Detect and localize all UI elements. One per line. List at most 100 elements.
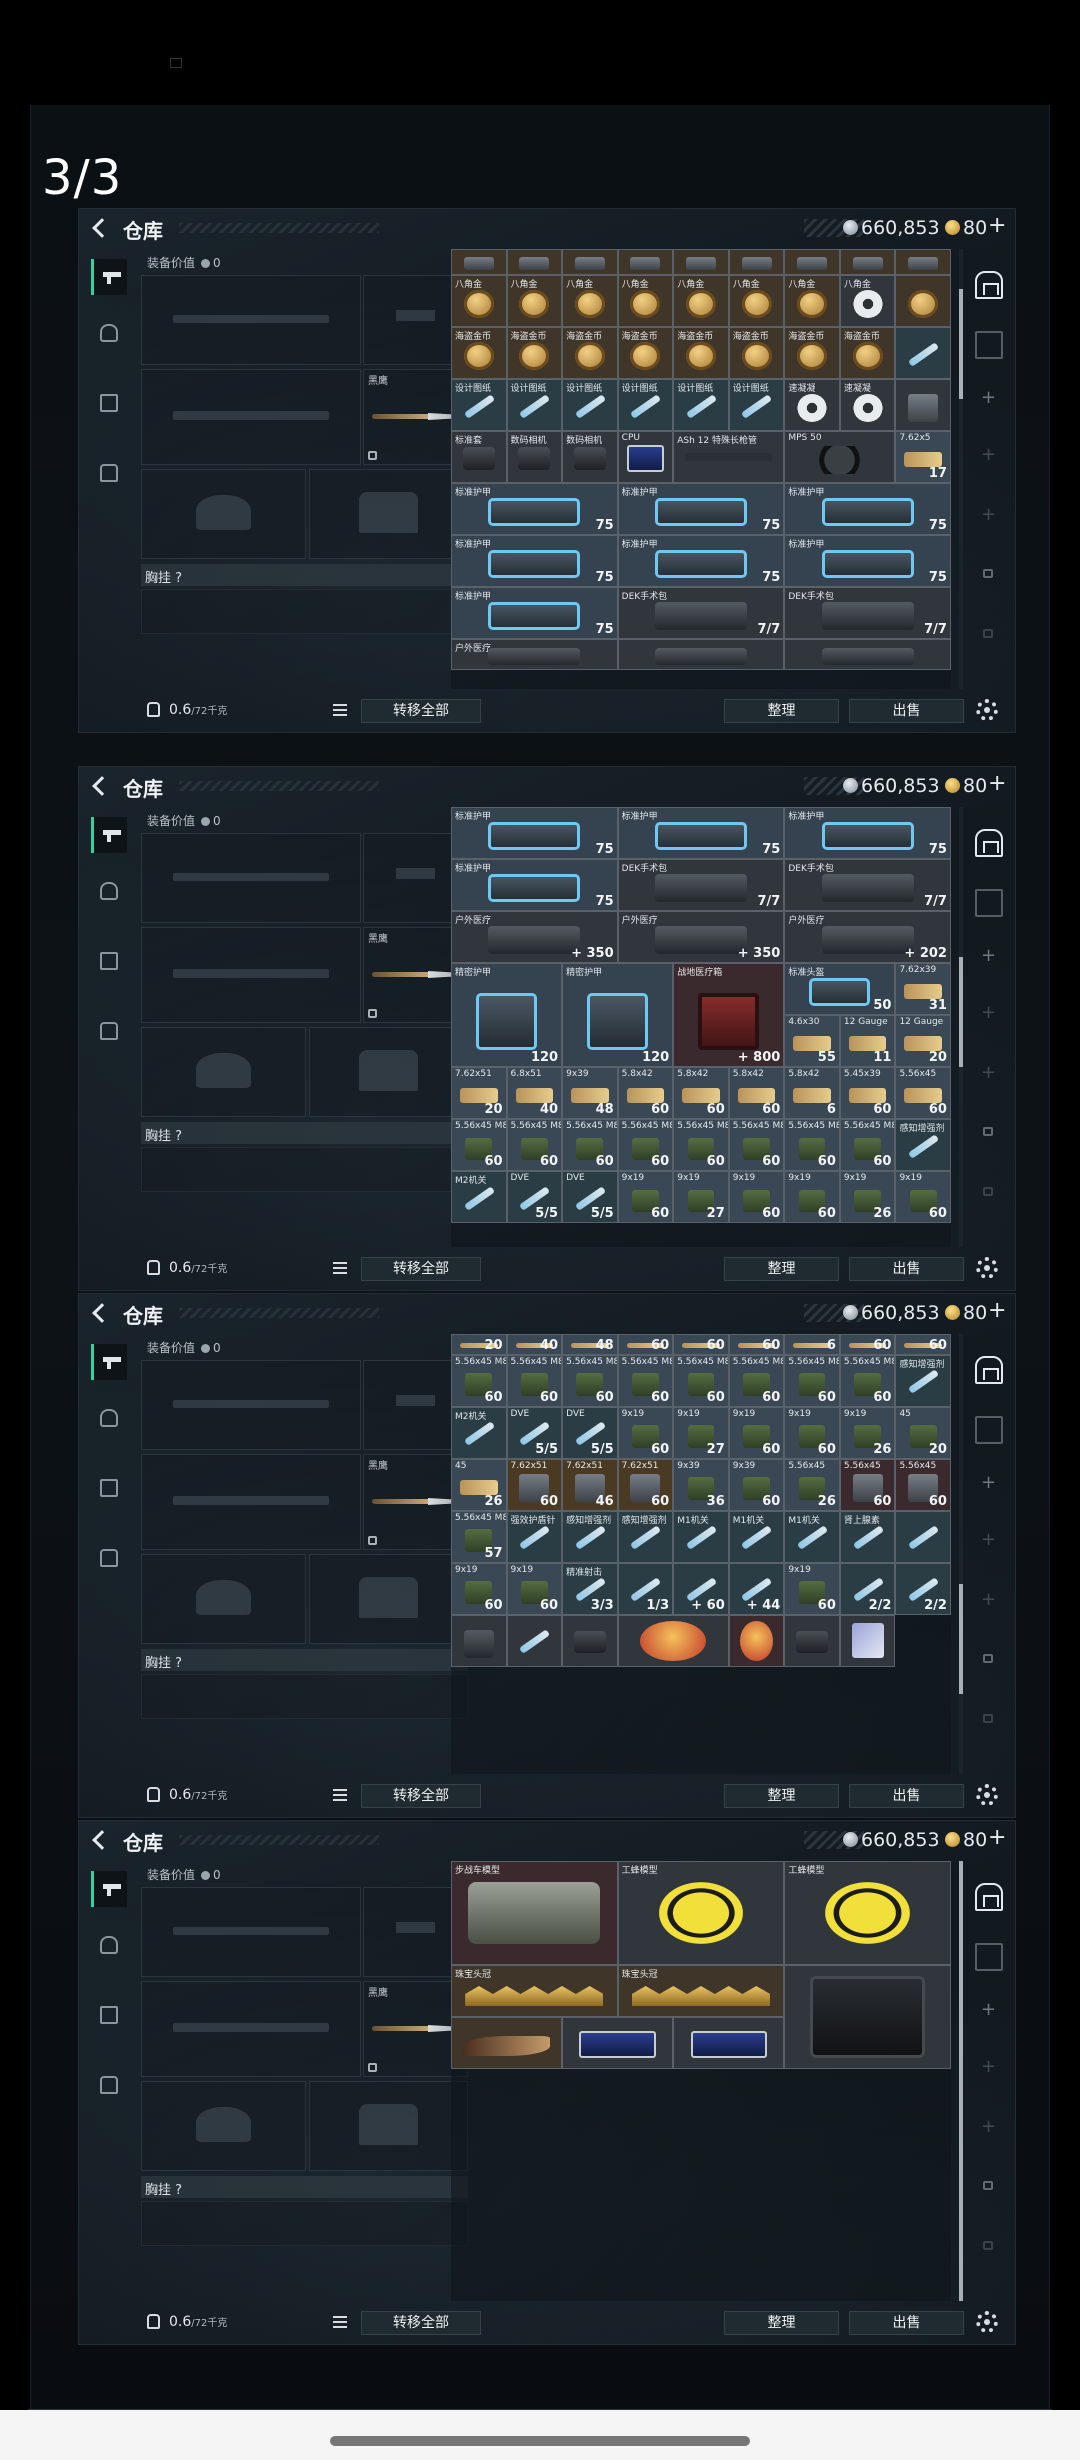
armor-slot[interactable] [309, 469, 468, 559]
inventory-item[interactable] [451, 249, 507, 275]
inventory-item[interactable]: 设计图纸 [617, 379, 674, 431]
inventory-item[interactable]: DVE 5/5 [562, 1406, 618, 1459]
add-coins-button[interactable]: + [988, 1825, 1006, 1850]
inventory-item[interactable]: 海盗金币 [506, 327, 563, 379]
inventory-item[interactable]: 9x39 60 [728, 1458, 785, 1511]
inventory-item[interactable]: ASh 12 特殊长枪管 [673, 431, 785, 483]
inventory-item[interactable]: 5.56x45 M855A1 60 [451, 1354, 507, 1407]
inventory-item[interactable]: 5.56x45 M855A1 60 [784, 1354, 840, 1407]
inventory-item[interactable]: M1机关 [784, 1510, 840, 1563]
chest-rig-bar[interactable]: 胸挂 ? [141, 2176, 468, 2198]
inventory-item[interactable]: + 44 [728, 1562, 785, 1615]
add-storage-icon[interactable]: + [981, 1999, 996, 2020]
list-icon[interactable] [333, 2316, 347, 2328]
helmet-slot[interactable] [141, 1027, 306, 1117]
inventory-item[interactable]: DEK手术包 7/7 [617, 859, 785, 911]
inventory-item[interactable]: 2/2 [839, 1562, 896, 1615]
transfer-all-button[interactable]: 转移全部 [361, 2311, 481, 2335]
tab-helmet[interactable] [91, 315, 127, 351]
back-arrow-icon[interactable] [89, 1829, 111, 1851]
tab-armor[interactable] [91, 1997, 127, 2033]
grid-scrollbar[interactable] [959, 249, 963, 689]
inventory-item[interactable]: M2机关 [451, 1171, 507, 1223]
inventory-item[interactable]: 海盗金币 [562, 327, 618, 379]
inventory-item[interactable]: 7.62x51 60 [617, 1458, 674, 1511]
inventory-item[interactable]: M2机关 [451, 1406, 507, 1459]
inventory-item[interactable]: 标准护甲 75 [451, 483, 618, 535]
inventory-item[interactable] [451, 2017, 563, 2069]
add-storage-icon[interactable]: + [981, 2056, 996, 2077]
inventory-item[interactable]: 八角金 [728, 275, 785, 327]
grid-scrollbar[interactable] [959, 1334, 963, 1774]
list-icon[interactable] [333, 1789, 347, 1801]
inventory-item[interactable]: 9x19 60 [784, 1562, 840, 1615]
armor-slot[interactable] [309, 1027, 468, 1117]
inventory-item[interactable] [673, 249, 729, 275]
inventory-item[interactable]: 5.56x45 M855A1 60 [728, 1354, 785, 1407]
inventory-item[interactable]: 精准射击 3/3 [562, 1562, 618, 1615]
inventory-item[interactable]: 感知增强剂 [617, 1510, 674, 1563]
inventory-item[interactable]: 5.56x45 M855A1 60 [839, 1354, 896, 1407]
inventory-item[interactable]: 5.56x45 M855A1 60 [673, 1354, 729, 1407]
helmet-slot[interactable] [141, 469, 306, 559]
add-storage-icon[interactable]: + [981, 1062, 996, 1083]
inventory-item[interactable]: 海盗金币 [784, 327, 840, 379]
inventory-item[interactable]: MPS 50 [784, 431, 896, 483]
primary-weapon-slot[interactable] [141, 1887, 361, 1977]
sort-button[interactable]: 整理 [724, 699, 839, 723]
inventory-item[interactable]: 60 [728, 1334, 785, 1355]
inventory-item[interactable]: 5.45x39 60 [839, 1067, 896, 1119]
inventory-item[interactable]: 标准护甲 75 [617, 483, 785, 535]
inventory-item[interactable]: DEK手术包 7/7 [784, 587, 951, 639]
inventory-item[interactable]: DVE 5/5 [506, 1406, 563, 1459]
primary-weapon-slot[interactable] [141, 833, 361, 923]
gear-icon[interactable] [976, 1257, 998, 1279]
inventory-item[interactable]: 9x19 60 [506, 1562, 563, 1615]
storage-tab-2[interactable] [975, 1943, 1003, 1971]
chest-rig-bar[interactable]: 胸挂 ? [141, 1122, 468, 1144]
inventory-item[interactable]: 设计图纸 [451, 379, 507, 431]
inventory-item[interactable]: 海盗金币 [451, 327, 507, 379]
add-storage-icon[interactable]: + [981, 504, 996, 525]
inventory-item[interactable]: 45 20 [895, 1406, 951, 1459]
inventory-item[interactable]: 20 [451, 1334, 507, 1355]
inventory-item[interactable]: 户外医疗 + 202 [784, 911, 951, 963]
add-storage-icon[interactable]: + [981, 1002, 996, 1023]
inventory-item[interactable]: 设计图纸 [728, 379, 785, 431]
transfer-all-button[interactable]: 转移全部 [361, 1257, 481, 1281]
transfer-all-button[interactable]: 转移全部 [361, 699, 481, 723]
inventory-item[interactable]: 9x19 27 [673, 1406, 729, 1459]
inventory-item[interactable]: 海盗金币 [728, 327, 785, 379]
inventory-item[interactable]: 5.8x42 60 [673, 1067, 729, 1119]
chest-rig-slot[interactable] [141, 589, 468, 634]
inventory-item[interactable]: 标准护甲 75 [784, 807, 951, 859]
inventory-item[interactable]: 9x19 60 [728, 1406, 785, 1459]
add-coins-button[interactable]: + [988, 1298, 1006, 1323]
inventory-item[interactable]: 标准护甲 75 [784, 483, 951, 535]
inventory-item[interactable]: 八角金 [784, 275, 840, 327]
inventory-item[interactable] [895, 275, 951, 327]
inventory-item[interactable]: 9x19 27 [673, 1171, 729, 1223]
home-indicator[interactable] [330, 2436, 750, 2446]
second-primary-weapon-slot[interactable] [141, 1454, 361, 1550]
inventory-item[interactable]: 步战车模型 [451, 1861, 618, 1965]
inventory-item[interactable]: 八角金 [506, 275, 563, 327]
tab-backpack[interactable] [91, 455, 127, 491]
tab-backpack[interactable] [91, 2067, 127, 2103]
tab-helmet[interactable] [91, 1400, 127, 1436]
inventory-item[interactable]: 5.8x42 60 [728, 1067, 785, 1119]
inventory-item[interactable]: 5.56x45 M855A1 57 [451, 1510, 507, 1563]
add-storage-icon[interactable]: + [981, 945, 996, 966]
sell-button[interactable]: 出售 [849, 699, 964, 723]
tab-backpack[interactable] [91, 1013, 127, 1049]
inventory-item[interactable]: 5.56x45 M855A1 60 [784, 1119, 840, 1171]
inventory-item[interactable] [617, 1614, 729, 1667]
inventory-item[interactable] [895, 379, 951, 431]
inventory-item[interactable]: 9x19 60 [451, 1562, 507, 1615]
tab-helmet[interactable] [91, 873, 127, 909]
sell-button[interactable]: 出售 [849, 2311, 964, 2335]
inventory-item[interactable]: 5.56x45 60 [839, 1458, 896, 1511]
inventory-item[interactable]: 设计图纸 [506, 379, 563, 431]
inventory-item[interactable]: 设计图纸 [673, 379, 729, 431]
back-arrow-icon[interactable] [89, 1302, 111, 1324]
